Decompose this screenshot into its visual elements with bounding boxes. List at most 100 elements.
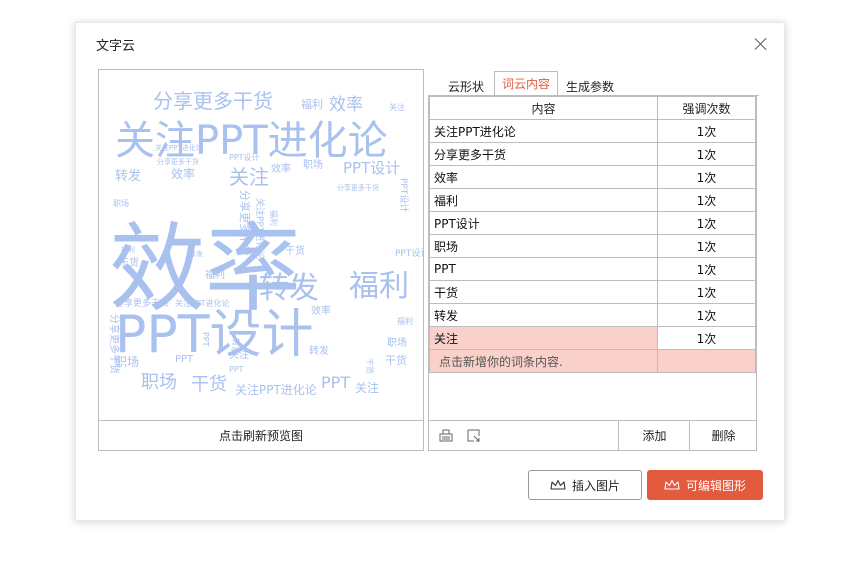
add-entry-placeholder[interactable]: 点击新增你的词条内容.	[429, 349, 658, 373]
word-cell[interactable]: 效率	[429, 165, 658, 189]
cloud-word: 干货	[119, 256, 139, 269]
word-table: 内容 强调次数 关注PPT进化论 1次 分享更多干货 1次 效率 1次 福利 1次 PP…	[429, 96, 757, 373]
table-toolbar: 添加 删除	[429, 420, 756, 451]
word-table-panel: 内容 强调次数 关注PPT进化论 1次 分享更多干货 1次 效率 1次 福利 1次 PP…	[428, 96, 757, 451]
dialog-title: 文字云	[96, 39, 136, 54]
cloud-word: 关注	[229, 165, 269, 189]
cloud-word: 福利	[269, 210, 279, 226]
cloud-word: 关注PPT进化论	[254, 198, 266, 259]
table-row[interactable]: 职场 1次	[429, 234, 757, 258]
insert-image-button[interactable]: 插入图片	[528, 470, 642, 500]
cloud-word: 关注	[355, 380, 379, 395]
word-cell[interactable]: 关注PPT进化论	[429, 119, 658, 143]
crown-icon	[550, 479, 566, 490]
cloud-word: 分享更多干货	[238, 190, 252, 256]
cloud-word: 分享更多干货	[153, 89, 273, 113]
add-entry-row[interactable]: 点击新增你的词条内容.	[429, 349, 757, 373]
cloud-word: 职场	[387, 336, 407, 349]
cloud-word: 关注	[389, 102, 405, 112]
import-icon[interactable]	[439, 429, 453, 443]
cloud-word: 转发	[309, 344, 329, 357]
cloud-word: PPT	[201, 332, 210, 347]
word-cell[interactable]: 转发	[429, 303, 658, 327]
cloud-word: 效率	[171, 166, 195, 181]
count-cell[interactable]: 1次	[656, 303, 757, 327]
cloud-word: 干货	[191, 374, 227, 395]
cloud-word: 转发	[115, 168, 141, 184]
table-row[interactable]: 效率 1次	[429, 165, 757, 189]
word-cell[interactable]: PPT	[429, 257, 658, 281]
word-cell[interactable]: 关注	[429, 326, 658, 350]
word-cell[interactable]: PPT设计	[429, 211, 658, 235]
cloud-word: 职场	[303, 158, 323, 171]
cloud-word: 关注PPT进化论	[175, 298, 230, 308]
count-cell[interactable]: 1次	[656, 280, 757, 304]
count-cell[interactable]: 1次	[656, 326, 757, 350]
cloud-word: 关注PPT进化论	[155, 143, 203, 152]
count-cell[interactable]: 1次	[656, 165, 757, 189]
word-cloud-dialog: 文字云 效率 PPT设计 关注PPT进化论 分享更多干货 效率 转发 福利 关注…	[75, 22, 785, 521]
cloud-word: PPT设计	[229, 152, 260, 162]
cloud-word: 干货	[385, 353, 407, 367]
table-header-row: 内容 强调次数	[429, 96, 757, 120]
cloud-word: 效率	[271, 162, 291, 175]
table-row[interactable]: 分享更多干货 1次	[429, 142, 757, 166]
table-row[interactable]: 福利 1次	[429, 188, 757, 212]
cloud-word: PPT设计	[343, 159, 400, 177]
count-cell[interactable]: 1次	[656, 234, 757, 258]
word-cell[interactable]: 职场	[429, 234, 658, 258]
table-row[interactable]: 干货 1次	[429, 280, 757, 304]
cloud-word: PPT	[321, 373, 350, 392]
add-button[interactable]: 添加	[618, 421, 690, 451]
count-cell[interactable]: 1次	[656, 211, 757, 235]
cloud-word: 转发	[231, 338, 241, 354]
column-header-content: 内容	[429, 96, 658, 120]
table-row[interactable]: PPT设计 1次	[429, 211, 757, 235]
cloud-preview-panel: 效率 PPT设计 关注PPT进化论 分享更多干货 效率 转发 福利 关注 PPT…	[98, 69, 424, 451]
word-cell[interactable]: 福利	[429, 188, 658, 212]
editable-shape-button[interactable]: 可编辑图形	[647, 470, 763, 500]
cloud-word: 福利	[205, 268, 225, 281]
insert-image-label: 插入图片	[571, 478, 620, 493]
cloud-word: 效率	[311, 304, 331, 317]
cloud-word: 福利	[301, 97, 323, 111]
column-header-emphasis: 强调次数	[656, 96, 757, 120]
word-cell[interactable]: 分享更多干货	[429, 142, 658, 166]
count-cell[interactable]: 1次	[656, 257, 757, 281]
cloud-word: 干货	[285, 244, 305, 257]
cloud-word: 干货	[365, 358, 375, 374]
editable-shape-label: 可编辑图形	[685, 478, 746, 493]
count-cell[interactable]: 1次	[656, 188, 757, 212]
cloud-word: 分享更多干货	[115, 297, 169, 309]
table-row[interactable]: 转发 1次	[429, 303, 757, 327]
cloud-word: 福利	[121, 245, 135, 254]
table-row[interactable]: 关注PPT进化论 1次	[429, 119, 757, 143]
cloud-word: 职场	[141, 372, 177, 393]
table-row[interactable]: PPT 1次	[429, 257, 757, 281]
count-cell[interactable]: 1次	[656, 119, 757, 143]
cloud-word: 转发	[259, 271, 319, 306]
cloud-word: 转发	[189, 249, 203, 258]
cloud-word: PPT设计	[395, 247, 423, 259]
export-icon[interactable]	[467, 429, 481, 443]
add-entry-count[interactable]	[656, 349, 757, 373]
cloud-word: PPT设计	[115, 305, 313, 365]
word-cloud-preview: 效率 PPT设计 关注PPT进化论 分享更多干货 效率 转发 福利 关注 PPT…	[99, 70, 423, 420]
table-row-selected[interactable]: 关注 1次	[429, 326, 757, 350]
close-icon[interactable]	[752, 35, 770, 53]
count-cell[interactable]: 1次	[656, 142, 757, 166]
cloud-word: 福利	[349, 269, 409, 304]
word-cell[interactable]: 干货	[429, 280, 658, 304]
cloud-word: 分享更多干货	[157, 157, 199, 166]
cloud-word: 效率	[329, 95, 363, 115]
cloud-word: PPT设计	[398, 178, 410, 212]
cloud-word: PPT	[175, 354, 194, 365]
crown-icon	[664, 479, 680, 490]
tab-cloud-content[interactable]: 词云内容	[494, 71, 559, 97]
cloud-word: 分享更多干货	[108, 314, 121, 374]
cloud-word: PPT	[229, 365, 244, 374]
refresh-preview-button[interactable]: 点击刷新预览图	[99, 420, 423, 451]
cloud-word: 关注PPT进化论	[235, 382, 317, 397]
cloud-word: 分享更多干货	[337, 183, 379, 192]
delete-button[interactable]: 删除	[689, 421, 757, 451]
